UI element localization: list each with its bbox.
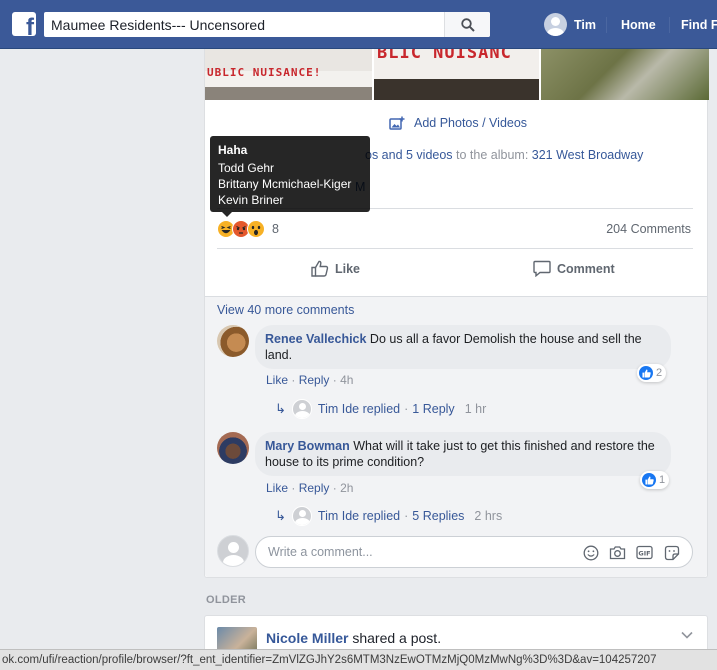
nav-divider bbox=[669, 17, 670, 33]
nav-divider bbox=[606, 17, 607, 33]
avatar bbox=[544, 13, 567, 36]
browser-status-bar: ok.com/ufi/reaction/profile/browser/?ft_… bbox=[0, 649, 717, 670]
add-photo-icon bbox=[389, 116, 405, 130]
comment-time[interactable]: 4h bbox=[340, 373, 353, 387]
tooltip-title: Haha bbox=[218, 143, 248, 157]
view-more-comments-link[interactable]: View 40 more comments bbox=[217, 303, 354, 317]
like-label: Like bbox=[335, 261, 361, 276]
dot-separator: · bbox=[404, 509, 409, 523]
home-link[interactable]: Home bbox=[621, 18, 656, 32]
comment-like-link[interactable]: Like bbox=[266, 373, 288, 387]
tooltip-name: Brittany Mcmichael-Kiger bbox=[218, 177, 352, 191]
profile-link[interactable]: Tim bbox=[544, 13, 596, 36]
next-post-header: Nicole Miller shared a post. bbox=[266, 630, 441, 646]
sticker-icon[interactable] bbox=[663, 544, 680, 561]
replied-by-text: Tim Ide replied bbox=[317, 402, 401, 416]
album-photo[interactable]: UBLIC NUISANCE! bbox=[205, 49, 372, 100]
search-button[interactable] bbox=[444, 12, 490, 37]
comment-input[interactable] bbox=[268, 537, 568, 567]
replies-count-link[interactable]: 5 Replies bbox=[412, 509, 464, 523]
camera-icon[interactable] bbox=[609, 544, 626, 561]
avatar[interactable] bbox=[217, 432, 249, 464]
comment-bubble: Renee Vallechick Do us all a favor Demol… bbox=[255, 325, 671, 369]
svg-text:GIF: GIF bbox=[638, 550, 650, 558]
comment-author-link[interactable]: Renee Vallechick bbox=[265, 332, 366, 346]
album-photo[interactable] bbox=[541, 49, 709, 100]
avatar bbox=[291, 506, 312, 526]
tooltip-arrow bbox=[222, 212, 232, 217]
profile-name: Tim bbox=[574, 17, 596, 32]
comment-likes-count: 1 bbox=[659, 474, 666, 486]
wow-reaction-icon[interactable] bbox=[247, 220, 265, 238]
reaction-tooltip: Haha Todd Gehr Brittany Mcmichael-Kiger … bbox=[210, 136, 370, 212]
emoji-icon[interactable] bbox=[582, 544, 599, 561]
post-author-link[interactable]: Nicole Miller bbox=[266, 630, 348, 646]
album-count-link[interactable]: os and 5 videos bbox=[365, 148, 453, 162]
reply-arrow-icon: ↳ bbox=[275, 401, 286, 416]
gif-icon[interactable]: GIF bbox=[636, 544, 653, 561]
facebook-logo-icon[interactable]: f bbox=[12, 12, 36, 36]
dot-separator: · bbox=[404, 402, 409, 416]
reply-time: 2 hrs bbox=[474, 509, 503, 523]
avatar bbox=[291, 399, 312, 419]
comment-reply-link[interactable]: Reply bbox=[299, 481, 330, 495]
avatar[interactable] bbox=[217, 325, 249, 357]
comment-label: Comment bbox=[557, 261, 615, 276]
comment-reactions-badge[interactable]: 2 bbox=[637, 364, 667, 382]
comment-reply-link[interactable]: Reply bbox=[299, 373, 330, 387]
comment-button[interactable]: Comment bbox=[533, 260, 615, 277]
comment-bubble: Mary Bowman What will it take just to ge… bbox=[255, 432, 671, 476]
divider bbox=[217, 248, 693, 249]
post-action-text: shared a post. bbox=[348, 630, 442, 646]
replies-summary[interactable]: ↳ Tim Ide replied · 5 Replies 2 hrs bbox=[275, 506, 502, 526]
tooltip-name: Todd Gehr bbox=[218, 161, 275, 175]
top-navigation-bar: f Tim Home Find F bbox=[0, 0, 717, 49]
search-input[interactable] bbox=[44, 12, 444, 37]
comment-reactions-badge[interactable]: 1 bbox=[640, 471, 670, 489]
comments-count-link[interactable]: 204 Comments bbox=[606, 222, 691, 236]
comment-author-link[interactable]: Mary Bowman bbox=[265, 439, 350, 453]
reply-time: 1 hr bbox=[464, 402, 487, 416]
comment-actions: Like · Reply · 4h bbox=[266, 373, 354, 387]
chevron-down-icon[interactable] bbox=[681, 628, 693, 642]
thumbs-up-icon bbox=[311, 260, 329, 277]
reactions-summary[interactable]: 8 bbox=[217, 220, 279, 238]
photo-sign-text: UBLIC NUISANCE! bbox=[207, 66, 322, 79]
search-box bbox=[44, 12, 490, 37]
like-reaction-icon bbox=[642, 473, 656, 487]
comment-composer: GIF bbox=[255, 536, 693, 568]
comment-like-link[interactable]: Like bbox=[266, 481, 288, 495]
album-info: os and 5 videos to the album: 321 West B… bbox=[365, 148, 643, 162]
add-photos-label: Add Photos / Videos bbox=[414, 116, 528, 130]
search-icon bbox=[460, 17, 475, 32]
find-friends-link[interactable]: Find F bbox=[681, 18, 717, 32]
avatar bbox=[217, 535, 249, 567]
comment-time[interactable]: 2h bbox=[340, 481, 353, 495]
replies-summary[interactable]: ↳ Tim Ide replied · 1 Reply 1 hr bbox=[275, 399, 486, 419]
post-card: UBLIC NUISANCE! BLIC NUISANC Add Photos … bbox=[204, 49, 709, 578]
reactions-count[interactable]: 8 bbox=[272, 222, 279, 236]
album-text: to the album: bbox=[452, 148, 532, 162]
photo-sign-text: BLIC NUISANC bbox=[377, 49, 512, 63]
replied-by-text: Tim Ide replied bbox=[317, 509, 401, 523]
album-photo[interactable]: BLIC NUISANC bbox=[374, 49, 539, 100]
comment-actions: Like · Reply · 2h bbox=[266, 481, 354, 495]
replies-count-link[interactable]: 1 Reply bbox=[412, 402, 454, 416]
older-section-label: OLDER bbox=[206, 594, 246, 606]
reply-arrow-icon: ↳ bbox=[275, 508, 286, 523]
like-button[interactable]: Like bbox=[311, 260, 360, 277]
album-name-link[interactable]: 321 West Broadway bbox=[532, 148, 644, 162]
comment-likes-count: 2 bbox=[656, 367, 663, 379]
like-reaction-icon bbox=[639, 366, 653, 380]
comment-icon bbox=[533, 260, 551, 277]
add-photos-videos-link[interactable]: Add Photos / Videos bbox=[389, 116, 527, 130]
tooltip-name: Kevin Briner bbox=[218, 193, 284, 207]
